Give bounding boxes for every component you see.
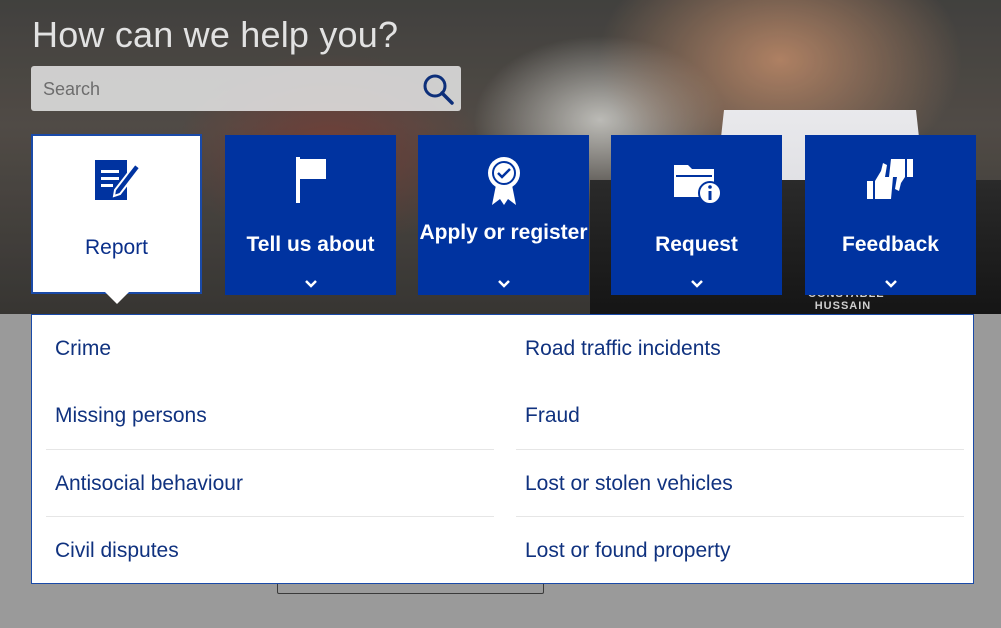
- page-title: How can we help you?: [32, 14, 399, 55]
- flag-icon: [225, 155, 396, 207]
- menu-item-fraud[interactable]: Fraud: [516, 382, 964, 449]
- menu-item-road-traffic-incidents[interactable]: Road traffic incidents: [516, 315, 964, 382]
- report-dropdown-panel: Crime Missing persons Antisocial behavio…: [31, 314, 974, 584]
- report-menu-left-column: Crime Missing persons Antisocial behavio…: [46, 315, 494, 583]
- tile-report[interactable]: Report: [31, 134, 202, 304]
- report-menu-right-column: Road traffic incidents Fraud Lost or sto…: [516, 315, 964, 583]
- search-input[interactable]: [41, 66, 415, 113]
- tile-request[interactable]: Request: [611, 135, 782, 295]
- chevron-down-icon: [611, 279, 782, 289]
- active-pointer: [104, 292, 129, 304]
- folder-info-icon: [611, 155, 782, 207]
- tile-label: Request: [655, 233, 738, 256]
- tile-label: Report: [84, 236, 149, 259]
- menu-item-antisocial-behaviour[interactable]: Antisocial behaviour: [46, 449, 494, 516]
- menu-item-civil-disputes[interactable]: Civil disputes: [46, 516, 494, 583]
- menu-item-lost-or-found-property[interactable]: Lost or found property: [516, 516, 964, 583]
- tile-apply-or-register[interactable]: Apply or register: [418, 135, 589, 295]
- tile-label: Feedback: [842, 233, 939, 256]
- tile-label: Apply or register: [419, 221, 588, 244]
- tile-feedback[interactable]: Feedback: [805, 135, 976, 295]
- chevron-down-icon: [225, 279, 396, 289]
- tile-label: Tell us about: [246, 233, 375, 256]
- award-ribbon-icon: [418, 155, 589, 207]
- chevron-down-icon: [805, 279, 976, 289]
- thumbs-up-down-icon: [805, 155, 976, 207]
- menu-item-crime[interactable]: Crime: [46, 315, 494, 382]
- menu-item-missing-persons[interactable]: Missing persons: [46, 382, 494, 449]
- chevron-down-icon: [418, 279, 589, 289]
- menu-item-lost-or-stolen-vehicles[interactable]: Lost or stolen vehicles: [516, 449, 964, 516]
- report-icon: [33, 156, 200, 208]
- search-bar: [31, 66, 461, 113]
- tile-tell-us-about[interactable]: Tell us about: [225, 135, 396, 295]
- search-icon[interactable]: [421, 72, 455, 106]
